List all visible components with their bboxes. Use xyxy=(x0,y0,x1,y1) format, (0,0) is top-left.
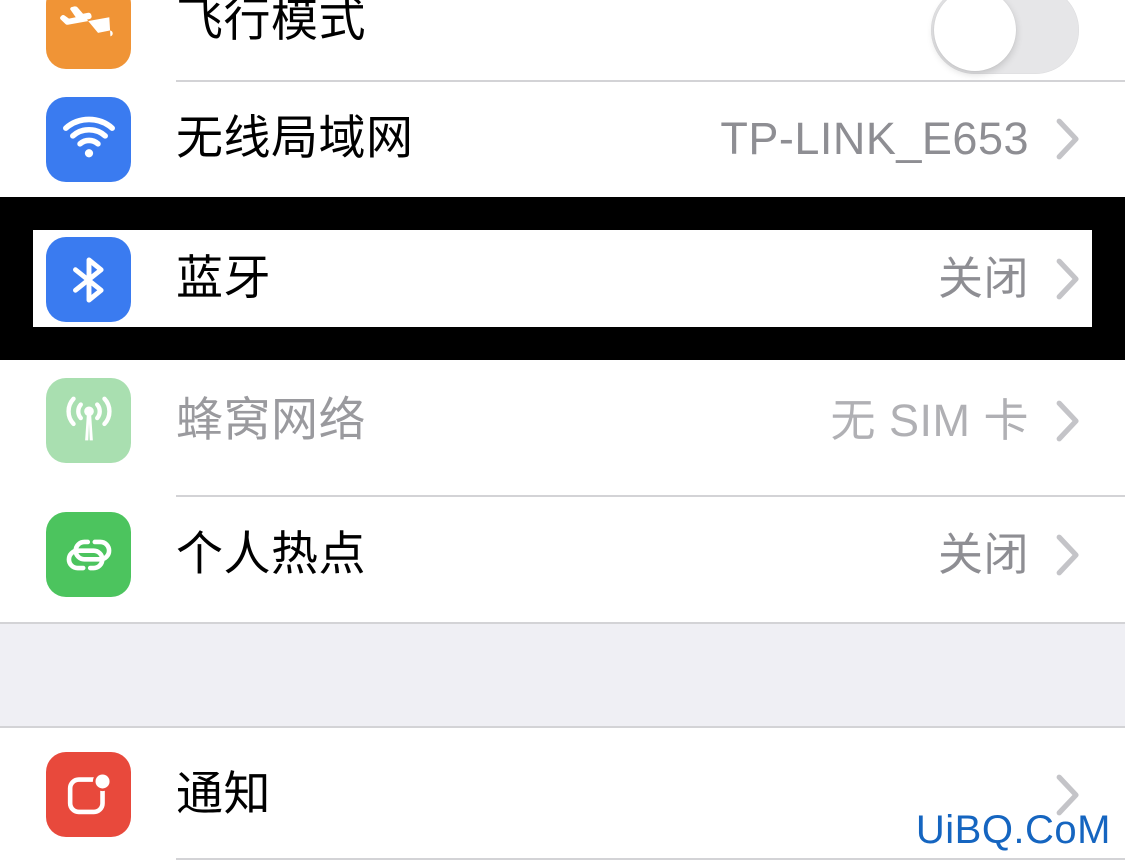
section-gap xyxy=(0,622,1125,728)
settings-row-wifi[interactable]: 无线局域网 TP-LINK_E653 xyxy=(0,84,1125,196)
airplane-mode-toggle[interactable] xyxy=(931,0,1079,74)
notifications-icon xyxy=(46,752,131,837)
hotspot-link-icon xyxy=(46,512,131,597)
settings-row-label: 无线局域网 xyxy=(176,111,414,164)
wifi-network-value: TP-LINK_E653 xyxy=(720,113,1029,164)
settings-row-label: 个人热点 xyxy=(176,527,366,580)
settings-row-label: 通知 xyxy=(176,767,271,820)
chevron-right-icon xyxy=(1056,534,1080,576)
settings-row-cellular[interactable]: 蜂窝网络 无 SIM 卡 xyxy=(0,362,1125,497)
site-watermark: UiBQ.CoM xyxy=(915,808,1111,852)
cellular-sim-value: 无 SIM 卡 xyxy=(830,395,1029,446)
chevron-right-icon xyxy=(1056,258,1080,300)
cellular-antenna-icon xyxy=(46,378,131,463)
hotspot-state-value: 关闭 xyxy=(937,529,1029,580)
settings-row-personal-hotspot[interactable]: 个人热点 关闭 xyxy=(0,497,1125,622)
chevron-right-icon xyxy=(1056,400,1080,442)
bluetooth-state-value: 关闭 xyxy=(937,253,1029,304)
wifi-icon xyxy=(46,97,131,182)
settings-row-bluetooth[interactable]: 蓝牙 关闭 xyxy=(0,196,1125,362)
chevron-right-icon xyxy=(1056,118,1080,160)
settings-row-label: 飞行模式 xyxy=(176,0,366,46)
settings-row-airplane-mode[interactable]: 飞行模式 xyxy=(0,0,1125,82)
settings-screen: 飞行模式 无线局域网 TP-LINK_E653 蓝牙 关闭 蜂窝网络 无 SIM… xyxy=(0,0,1125,867)
airplane-icon xyxy=(46,0,131,69)
bluetooth-icon xyxy=(46,237,131,322)
row-separator xyxy=(176,858,1125,860)
row-separator xyxy=(176,80,1125,82)
settings-row-label: 蜂窝网络 xyxy=(176,393,366,446)
toggle-knob xyxy=(934,0,1016,71)
settings-row-label: 蓝牙 xyxy=(176,251,271,304)
